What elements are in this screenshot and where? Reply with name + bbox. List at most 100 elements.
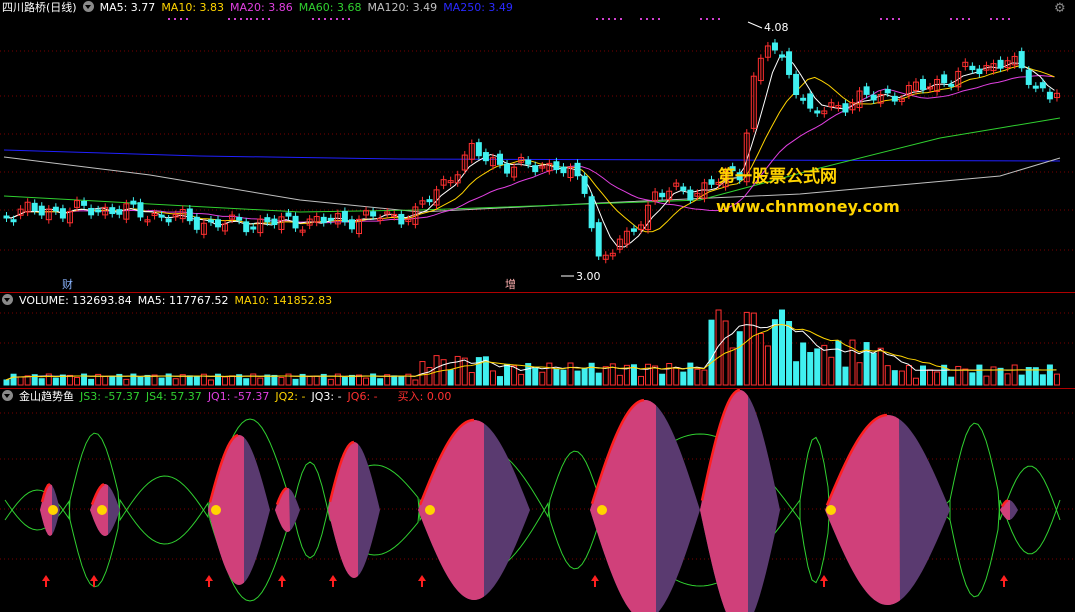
candle (920, 78, 926, 90)
signal-dot (620, 18, 622, 20)
candle (59, 208, 66, 219)
signal-dot (646, 18, 648, 20)
volume-bar (377, 378, 384, 386)
signal-dot (174, 18, 176, 20)
indicator-name: 金山趋势鱼 (19, 390, 74, 403)
volume-bar (771, 319, 778, 386)
candle (588, 196, 595, 229)
candle (250, 226, 257, 230)
candle (426, 199, 433, 203)
signal-dot (348, 18, 350, 20)
volume-bar (193, 376, 200, 386)
volume-label: VOLUME: 132693.84 (19, 294, 132, 307)
candle (525, 159, 532, 165)
volume-bar (934, 371, 941, 386)
candle (243, 221, 250, 233)
candle (264, 217, 271, 223)
volume-bar (877, 347, 884, 386)
candle (595, 222, 602, 257)
signal-dot (950, 18, 952, 20)
jq6-label: JQ6: - (347, 390, 378, 403)
volume-bar (137, 376, 144, 386)
volume-bar (891, 370, 898, 386)
signal-dot (956, 18, 958, 20)
volume-bar (905, 365, 912, 386)
candle (1025, 69, 1032, 85)
volume-bar (412, 379, 419, 386)
candle (165, 218, 172, 223)
indicator-chart (0, 389, 1075, 612)
collapse-toggle-icon[interactable] (2, 294, 13, 305)
volume-bar (701, 369, 708, 386)
volume-bar (271, 374, 278, 386)
signal-dot (658, 18, 660, 20)
volume-bar (278, 376, 285, 386)
volume-bar (828, 356, 835, 386)
volume-bar (313, 375, 320, 386)
candle (807, 93, 814, 109)
volume-bar (433, 355, 440, 386)
volume-bar (666, 363, 673, 386)
signal-dot (1008, 18, 1010, 20)
volume-bar (793, 361, 800, 386)
candle (553, 161, 560, 171)
trend-fish-head (328, 442, 358, 578)
collapse-toggle-icon[interactable] (82, 1, 94, 12)
candle (948, 83, 955, 87)
ma120-label: MA120: 3.49 (367, 1, 438, 14)
price-legend: 四川路桥(日线) MA5: 3.77 MA10: 3.83 MA20: 3.86 MA6… (2, 0, 519, 16)
volume-bar (1053, 373, 1060, 386)
jq1-label: JQ1: -57.37 (207, 390, 270, 403)
candle (370, 211, 377, 217)
signal-dot (240, 18, 242, 20)
volume-bar (391, 375, 398, 386)
signal-dot (168, 18, 170, 20)
volume-bar (856, 362, 863, 386)
volume-bar (546, 362, 553, 386)
signal-dot (996, 18, 998, 20)
signal-dot (268, 18, 270, 20)
volume-bar (144, 374, 151, 386)
volume-bar (912, 377, 919, 386)
signal-dot (180, 18, 182, 20)
buy-signal-dot (425, 505, 435, 515)
volume-bar (616, 374, 623, 386)
ma5-label: MA5: 3.77 (99, 1, 156, 14)
event-mark-increase[interactable]: 增 (505, 276, 516, 292)
volume-bar (638, 375, 644, 386)
ma60-label: MA60: 3.68 (298, 1, 362, 14)
volume-bar (292, 378, 299, 386)
volume-bar (962, 368, 969, 386)
price-panel[interactable]: 四川路桥(日线) MA5: 3.77 MA10: 3.83 MA20: 3.86 MA6… (0, 0, 1075, 292)
candle (786, 51, 793, 75)
ma10-label: MA10: 3.83 (161, 1, 225, 14)
ma120-line (3, 156, 1061, 213)
signal-dot (318, 18, 320, 20)
volume-bar (581, 367, 588, 386)
volume-bar (800, 342, 807, 386)
buy-signal-dot (826, 505, 836, 515)
event-mark-finance[interactable]: 财 (62, 276, 73, 292)
volume-panel[interactable]: VOLUME: 132693.84 MA5: 117767.52 MA10: 141… (0, 293, 1075, 388)
candle (630, 228, 637, 232)
volume-bar (52, 377, 59, 386)
signal-dot (880, 18, 882, 20)
volume-bar (708, 319, 715, 386)
volume-bar (955, 365, 962, 386)
buy-signal-dot (48, 505, 58, 515)
collapse-toggle-icon[interactable] (2, 390, 13, 401)
volume-bar (807, 352, 814, 386)
signal-dot (700, 18, 702, 20)
volume-bar (595, 372, 602, 386)
volume-bar (229, 375, 236, 386)
signal-dot (342, 18, 344, 20)
volume-bar (976, 364, 983, 386)
price-chart (0, 18, 1075, 277)
volume-bar (673, 367, 680, 386)
volume-bar (257, 377, 264, 386)
indicator-panel[interactable]: 金山趋势鱼 JS3: -57.37 JS4: 57.37 JQ1: -57.37 JQ2… (0, 389, 1075, 612)
volume-bar (553, 368, 560, 386)
candle (327, 217, 334, 221)
volume-bar (454, 355, 461, 386)
volume-legend: VOLUME: 132693.84 MA5: 117767.52 MA10: 141… (2, 293, 338, 309)
